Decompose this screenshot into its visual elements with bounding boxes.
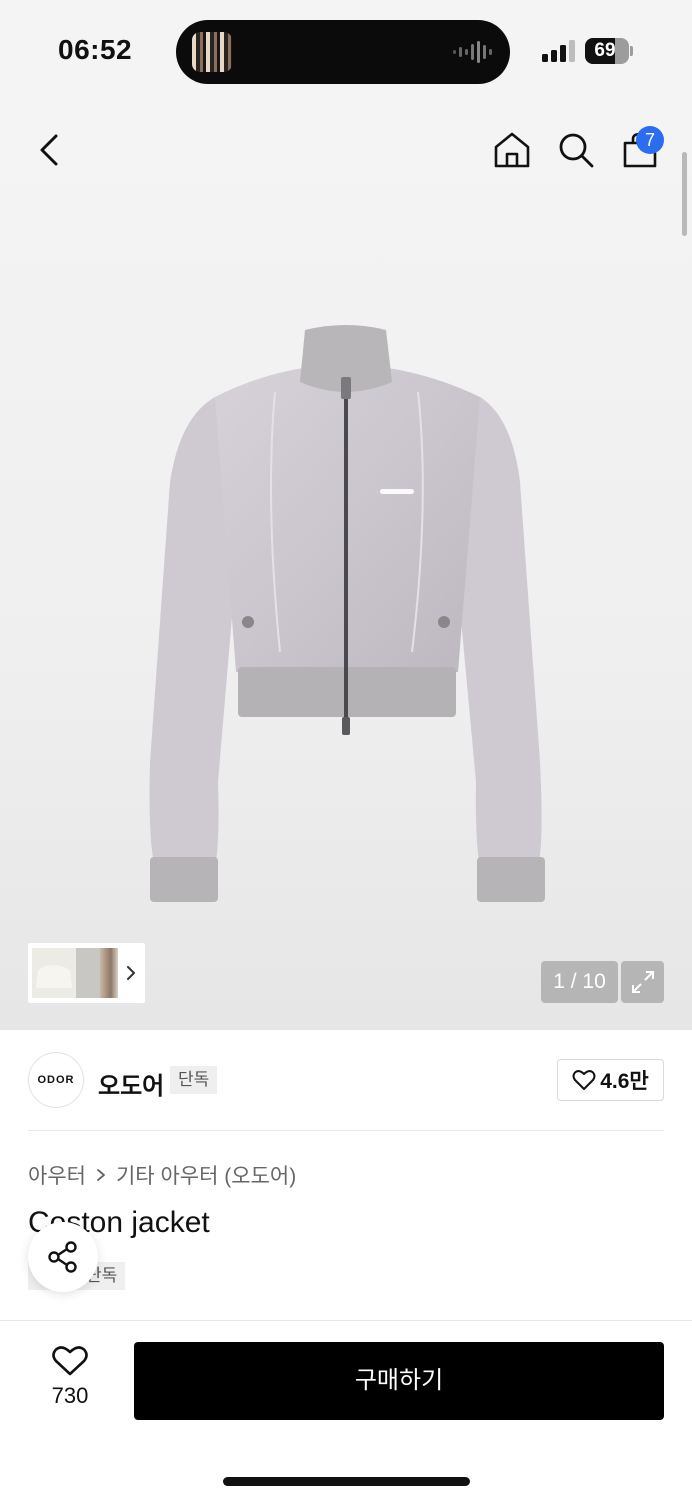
brand-exclusive-tag: 단독 xyxy=(170,1066,218,1094)
thumbnail-3[interactable] xyxy=(100,948,118,998)
expand-icon xyxy=(631,971,654,993)
share-button[interactable] xyxy=(28,1222,98,1292)
wishlist-count: 730 xyxy=(51,1383,89,1408)
wishlist-button[interactable]: 730 xyxy=(34,1345,106,1417)
brand-name[interactable]: 오도어 xyxy=(98,1066,164,1101)
search-button[interactable] xyxy=(552,126,600,174)
heart-icon xyxy=(572,1070,596,1090)
battery-tip xyxy=(630,46,633,56)
thumbnail-1[interactable] xyxy=(32,948,76,998)
brand-logo[interactable]: ODOR xyxy=(28,1052,84,1108)
home-icon xyxy=(494,132,530,168)
expand-button[interactable] xyxy=(621,961,664,1003)
audio-waveform-icon xyxy=(453,41,492,63)
product-image[interactable] xyxy=(140,322,552,907)
chevron-right-icon xyxy=(97,1169,105,1181)
brand-row: ODOR 오도어 단독 4.6만 xyxy=(0,1030,692,1130)
back-button[interactable] xyxy=(26,126,74,174)
home-button[interactable] xyxy=(488,126,536,174)
share-icon xyxy=(48,1241,77,1273)
divider xyxy=(28,1130,664,1131)
breadcrumb: 아우터 기타 아우터 (오도어) xyxy=(28,1160,296,1190)
now-playing-artwork xyxy=(192,32,232,72)
status-bar: 06:52 69 xyxy=(0,0,692,100)
brand-like-button[interactable]: 4.6만 xyxy=(557,1059,664,1101)
dynamic-island[interactable] xyxy=(176,20,510,84)
brand-like-count: 4.6만 xyxy=(600,1070,649,1093)
chevron-right-icon[interactable] xyxy=(122,959,140,987)
thumbnail-strip[interactable] xyxy=(28,943,145,1003)
image-page-counter: 1 / 10 xyxy=(541,961,618,1003)
thumbnail-2[interactable] xyxy=(76,948,100,998)
battery-percent: 69 xyxy=(594,40,616,61)
buy-button[interactable]: 구매하기 xyxy=(134,1342,664,1420)
scrollbar[interactable] xyxy=(682,152,687,236)
heart-icon xyxy=(52,1346,88,1376)
cellular-signal-icon xyxy=(542,40,575,62)
bottom-action-bar: 730 구매하기 xyxy=(0,1320,692,1500)
breadcrumb-item-other-outer[interactable]: 기타 아우터 (오도어) xyxy=(116,1160,296,1190)
home-indicator[interactable] xyxy=(223,1477,470,1486)
status-time: 06:52 xyxy=(58,34,133,65)
product-gallery[interactable]: 7 1 / 10 xyxy=(0,100,692,1030)
search-icon xyxy=(559,133,594,168)
back-icon xyxy=(40,134,58,166)
chest-logo xyxy=(380,489,414,494)
battery-icon: 69 xyxy=(585,38,629,64)
cart-count-badge: 7 xyxy=(636,126,664,154)
breadcrumb-item-outer[interactable]: 아우터 xyxy=(28,1160,86,1190)
